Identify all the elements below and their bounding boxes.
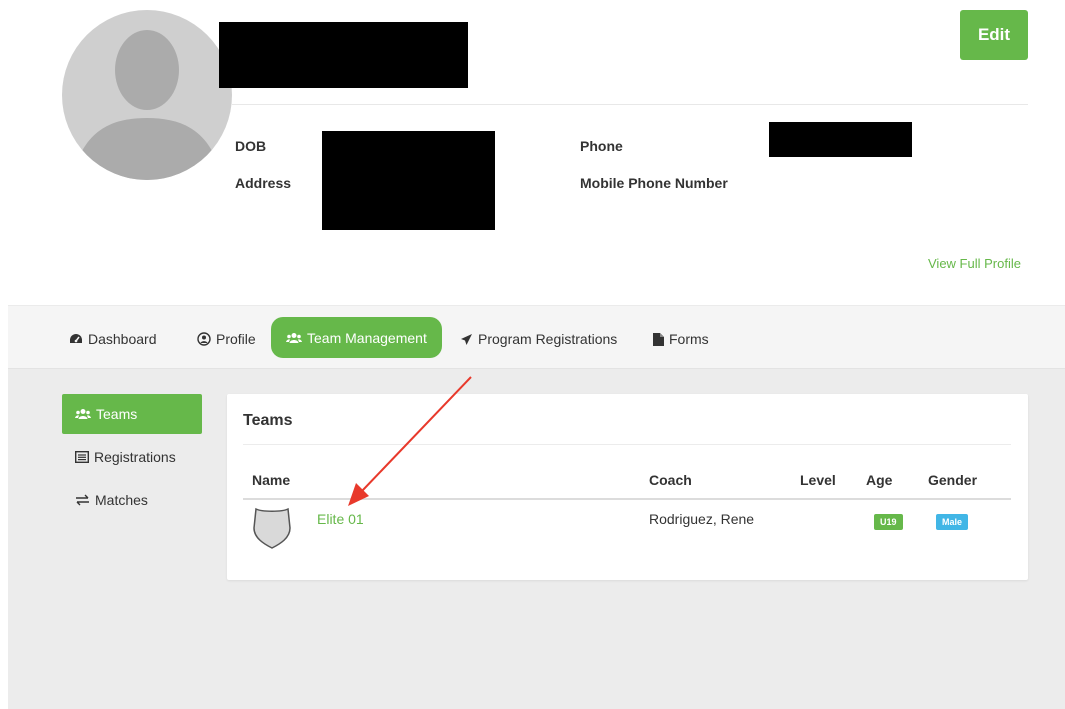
address-label: Address: [235, 175, 292, 191]
coach-cell: Rodriguez, Rene: [649, 511, 755, 527]
gender-badge: Male: [936, 514, 969, 530]
mobile-phone-label: Mobile Phone Number: [580, 175, 728, 191]
sidebar-item-teams[interactable]: Teams: [62, 394, 202, 434]
edit-button[interactable]: Edit: [960, 10, 1028, 60]
user-circle-icon: [197, 332, 211, 346]
table-header-divider: [243, 498, 1011, 500]
redacted-dob-address: [322, 131, 495, 230]
sidebar-item-label: Matches: [95, 492, 148, 508]
file-icon: [653, 332, 664, 346]
sidebar-item-label: Teams: [96, 406, 138, 422]
panel-divider: [243, 444, 1011, 445]
avatar-silhouette-icon: [72, 30, 222, 180]
team-name-link[interactable]: Elite 01: [317, 511, 364, 527]
sidebar-item-registrations[interactable]: Registrations: [62, 437, 202, 477]
tab-team-management[interactable]: Team Management: [271, 317, 442, 358]
panel-title: Teams: [243, 412, 293, 429]
teams-panel: Teams Name Coach Level Age Gender Elite …: [227, 394, 1028, 580]
dob-label: DOB: [235, 138, 267, 154]
tab-label: Dashboard: [88, 331, 157, 347]
tab-label: Forms: [669, 331, 709, 347]
tab-forms[interactable]: Forms: [653, 321, 709, 357]
view-full-profile-link[interactable]: View Full Profile: [928, 256, 1021, 271]
column-header-name: Name: [252, 472, 291, 488]
tab-dashboard[interactable]: Dashboard: [69, 321, 157, 357]
paper-plane-icon: [460, 333, 473, 346]
content-area: Teams Registrations Matches Teams Name C…: [8, 369, 1065, 709]
main-nav: Dashboard Profile Team Management Progra…: [8, 305, 1065, 369]
redacted-name: [219, 22, 468, 88]
column-header-level: Level: [800, 472, 836, 488]
sidebar-item-matches[interactable]: Matches: [62, 480, 202, 520]
users-icon: [75, 408, 91, 420]
team-shield-icon: [252, 506, 292, 555]
sidebar-item-label: Registrations: [94, 449, 176, 465]
tab-label: Profile: [216, 331, 256, 347]
column-header-coach: Coach: [649, 472, 692, 488]
exchange-icon: [75, 494, 90, 506]
column-header-age: Age: [866, 472, 893, 488]
tab-profile[interactable]: Profile: [197, 321, 256, 357]
tab-program-registrations[interactable]: Program Registrations: [460, 321, 617, 357]
age-badge: U19: [874, 514, 903, 530]
avatar: [62, 10, 232, 180]
phone-label: Phone: [580, 138, 623, 154]
header-divider: [232, 104, 1028, 105]
tab-label: Program Registrations: [478, 331, 618, 347]
list-icon: [75, 451, 89, 463]
column-header-gender: Gender: [928, 472, 978, 488]
redacted-phone: [769, 122, 912, 157]
tab-label: Team Management: [307, 329, 427, 346]
users-icon: [286, 332, 302, 344]
dashboard-icon: [69, 333, 83, 345]
